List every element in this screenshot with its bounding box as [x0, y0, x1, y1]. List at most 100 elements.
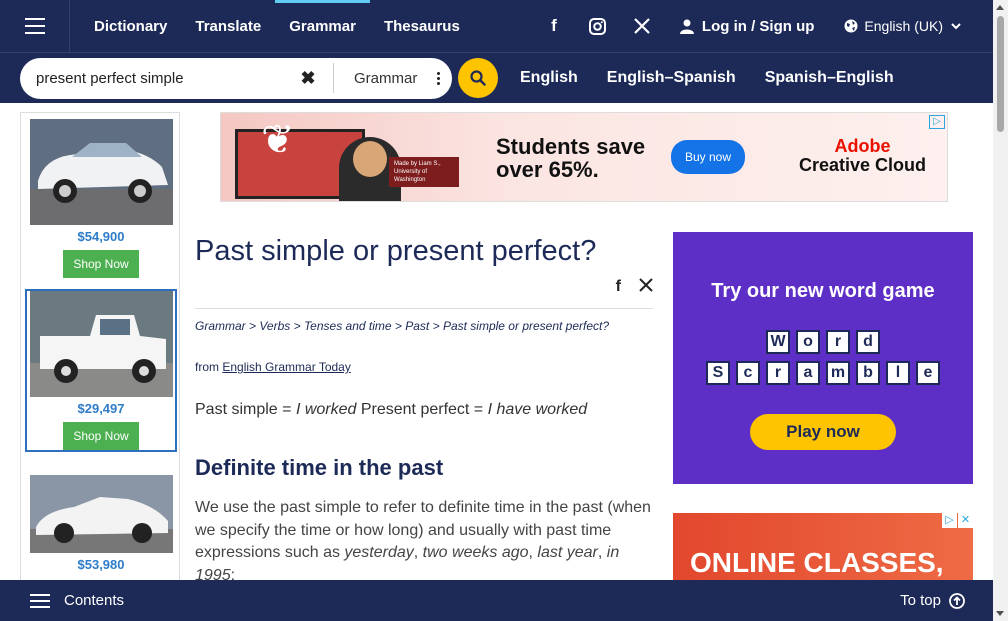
letter-tile: S [706, 361, 730, 385]
car-ad[interactable]: $53,980 [25, 475, 177, 572]
breadcrumb-current: Past simple or present perfect? [442, 319, 610, 333]
x-twitter-icon[interactable] [631, 15, 653, 37]
menu-button[interactable] [0, 0, 70, 52]
letter-tile: r [766, 361, 790, 385]
word-tiles: W o r d [673, 330, 973, 354]
letter-tile: b [856, 361, 880, 385]
globe-icon [844, 19, 858, 33]
chevron-down-icon [951, 22, 961, 29]
letter-tile: e [916, 361, 940, 385]
source-link[interactable]: English Grammar Today [222, 360, 351, 374]
adchoices-icon[interactable]: ▷ [929, 115, 945, 129]
car-price: $54,900 [77, 229, 125, 244]
share-links: f [195, 278, 653, 300]
letter-tile: m [826, 361, 850, 385]
breadcrumb-item[interactable]: Verbs [259, 319, 290, 333]
article: Past simple or present perfect? f Gramma… [195, 230, 653, 587]
made-by-tag: Made by Liam S., University of Washington [389, 157, 459, 187]
to-top-label: To top [900, 592, 941, 609]
page-title: Past simple or present perfect? [195, 235, 597, 267]
letter-tile: d [856, 330, 880, 354]
dictionary-select[interactable]: Grammar [354, 70, 417, 87]
adobe-banner-ad[interactable]: ❦ Made by Liam S., University of Washingt… [220, 112, 948, 202]
to-top-button[interactable]: To top [900, 592, 965, 609]
facebook-share-icon[interactable]: f [616, 278, 621, 300]
bottom-bar: Contents To top [0, 580, 993, 621]
top-nav: Dictionary Translate Grammar Thesaurus f… [0, 0, 993, 52]
search-button[interactable] [458, 58, 498, 98]
breadcrumb-item[interactable]: Past [405, 319, 429, 333]
shop-now-button[interactable]: Shop Now [63, 250, 139, 278]
close-ad-icon[interactable]: ✕ [958, 513, 973, 528]
scroll-up-icon[interactable] [996, 5, 1004, 10]
summary-line: Past simple = I worked Present perfect =… [195, 401, 588, 418]
search-box: ✖ Grammar [20, 57, 452, 99]
word-scramble-ad[interactable]: Try our new word game W o r d S c r a m … [673, 232, 973, 484]
class-ad-text: ONLINE CLASSES, [690, 547, 944, 578]
play-now-button[interactable]: Play now [750, 414, 896, 450]
language-label: English (UK) [864, 18, 943, 34]
dict-link-english-spanish[interactable]: English–Spanish [607, 69, 736, 87]
paragraph: We use the past simple to refer to defin… [195, 499, 651, 584]
letter-tile: a [796, 361, 820, 385]
instagram-icon[interactable] [587, 15, 609, 37]
breadcrumb-item[interactable]: Tenses and time [304, 319, 392, 333]
car-ads-column: $54,900 Shop Now $29,497 Shop Now $53,98… [20, 112, 180, 582]
buy-now-button[interactable]: Buy now [671, 140, 746, 174]
banner-headline: Students save over 65%. [496, 134, 646, 182]
dict-link-english[interactable]: English [520, 69, 578, 87]
nav-translate[interactable]: Translate [181, 0, 275, 52]
dict-link-spanish-english[interactable]: Spanish–English [765, 69, 894, 87]
car-price: $29,497 [77, 401, 125, 416]
letter-tile: W [766, 330, 790, 354]
login-link[interactable]: Log in / Sign up [679, 17, 815, 35]
search-bar: ✖ Grammar English English–Spanish Spanis… [0, 52, 993, 103]
hamburger-icon [24, 18, 45, 34]
scroll-down-icon[interactable] [996, 611, 1004, 616]
car-image [29, 475, 173, 553]
letter-tile: o [796, 330, 820, 354]
nav-grammar[interactable]: Grammar [275, 0, 370, 52]
more-options-icon[interactable] [435, 71, 441, 86]
car-ad[interactable]: $54,900 Shop Now [25, 119, 177, 278]
breadcrumb-item[interactable]: Grammar [195, 319, 246, 333]
letter-tile: l [886, 361, 910, 385]
divider [333, 63, 334, 93]
list-icon [30, 593, 50, 608]
contents-button[interactable]: Contents [30, 592, 124, 609]
arrow-up-circle-icon [949, 592, 965, 609]
adobe-logo: Adobe Creative Cloud [799, 136, 927, 175]
letter-tile: c [736, 361, 760, 385]
ad-controls: ▷ ✕ [941, 513, 973, 528]
shop-now-button[interactable]: Shop Now [63, 422, 139, 450]
nav-dictionary[interactable]: Dictionary [80, 0, 181, 52]
car-ad[interactable]: $29,497 Shop Now [25, 289, 177, 452]
nav-thesaurus[interactable]: Thesaurus [370, 0, 474, 52]
login-label: Log in / Sign up [701, 17, 815, 35]
scramble-tiles: S c r a m b l e [673, 361, 973, 385]
social-links: f [532, 15, 664, 37]
nav-links: Dictionary Translate Grammar Thesaurus [80, 0, 474, 52]
car-image [29, 291, 173, 397]
user-icon [679, 19, 694, 34]
search-input[interactable] [36, 69, 281, 87]
breadcrumb: Grammar > Verbs > Tenses and time > Past… [195, 319, 610, 333]
section-heading: Definite time in the past [195, 455, 444, 480]
car-image [29, 119, 173, 225]
search-icon [470, 70, 486, 86]
letter-tile: r [826, 330, 850, 354]
car-price: $53,980 [77, 557, 125, 572]
scrollbar-thumb[interactable] [997, 16, 1004, 132]
source-line: from English Grammar Today [195, 360, 351, 374]
clear-search-icon[interactable]: ✖ [297, 68, 319, 89]
x-share-icon[interactable] [639, 278, 653, 300]
language-selector[interactable]: English (UK) [844, 18, 967, 34]
word-ad-heading: Try our new word game [711, 280, 935, 302]
facebook-icon[interactable]: f [543, 15, 565, 37]
adchoices-icon[interactable]: ▷ [942, 513, 957, 528]
divider [195, 308, 653, 309]
scrollbar[interactable] [993, 0, 1008, 621]
bird-image: ❦ [261, 118, 295, 162]
dictionary-links: English English–Spanish Spanish–English [520, 69, 923, 87]
contents-label: Contents [64, 592, 125, 609]
